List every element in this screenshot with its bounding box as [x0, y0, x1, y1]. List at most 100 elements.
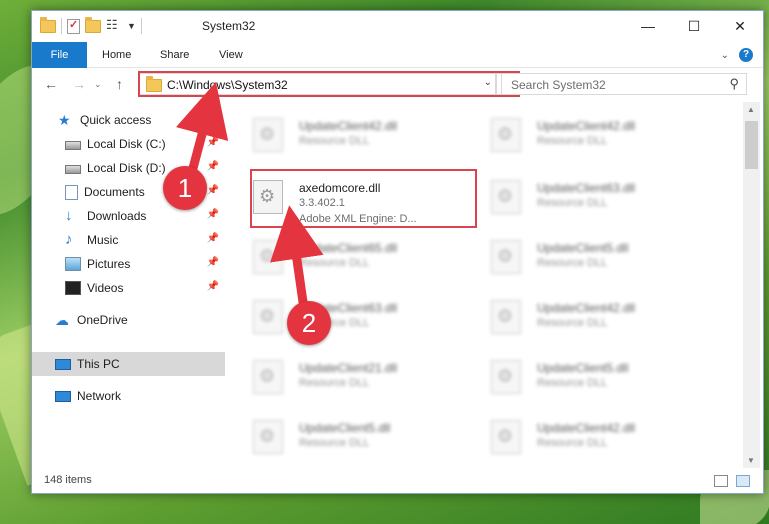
- vertical-scrollbar[interactable]: ▲ ▼: [743, 102, 760, 468]
- file-name: UpdateClient63.dll: [537, 181, 636, 195]
- new-folder-icon[interactable]: [85, 16, 101, 33]
- file-type: Resource DLL: [537, 437, 608, 449]
- pin-icon[interactable]: 📌: [207, 209, 219, 220]
- navigation-bar: ← → ⌄ ↑ C:\Windows\System32 ⌄ ↻ Search S…: [32, 68, 763, 100]
- pin-icon[interactable]: 📌: [207, 137, 219, 148]
- dll-file-icon: [253, 118, 283, 152]
- sidebar-item-label: Downloads: [87, 209, 147, 223]
- item-count: 148 items: [44, 474, 92, 486]
- minimize-button[interactable]: —: [625, 11, 671, 41]
- sidebar-item-label: Pictures: [87, 257, 131, 271]
- file-type: Resource DLL: [537, 135, 608, 147]
- file-type: Resource DLL: [537, 377, 608, 389]
- star-icon: ★: [58, 112, 71, 128]
- sidebar-item-quick-access[interactable]: ★ Quick access: [32, 108, 225, 132]
- file-name: UpdateClient42.dll: [537, 301, 636, 315]
- sidebar-item-label: OneDrive: [77, 313, 128, 327]
- dll-file-icon: [253, 360, 283, 394]
- tiles-view-icon[interactable]: [736, 475, 750, 487]
- list-item[interactable]: UpdateClient42.dll Resource DLL: [237, 108, 467, 166]
- music-icon: ♪: [65, 231, 73, 248]
- list-item[interactable]: UpdateClient42.dll Resource DLL: [475, 290, 705, 348]
- pictures-icon: [65, 257, 81, 271]
- sidebar-item-music[interactable]: ♪ Music 📌: [32, 228, 225, 252]
- customize-icon[interactable]: ☷: [106, 18, 122, 34]
- dll-file-icon: [491, 360, 521, 394]
- file-name: UpdateClient5.dll: [299, 421, 391, 435]
- forward-button[interactable]: →: [72, 76, 86, 92]
- list-item[interactable]: UpdateClient5.dll Resource DLL: [237, 410, 467, 468]
- documents-icon: [65, 184, 78, 200]
- file-type: Resource DLL: [299, 377, 370, 389]
- properties-icon[interactable]: [67, 18, 80, 34]
- up-button[interactable]: ↑: [116, 76, 123, 92]
- list-item[interactable]: UpdateClient42.dll Resource DLL: [475, 108, 705, 166]
- help-icon[interactable]: ?: [739, 48, 753, 62]
- dll-file-icon: [491, 118, 521, 152]
- videos-icon: [65, 281, 81, 295]
- details-view-icon[interactable]: [714, 475, 728, 487]
- search-icon[interactable]: ⚲: [729, 76, 739, 92]
- tab-file[interactable]: File: [32, 42, 87, 68]
- disk-icon: [65, 165, 81, 174]
- list-item[interactable]: UpdateClient5.dll Resource DLL: [475, 230, 705, 288]
- list-item[interactable]: UpdateClient21.dll Resource DLL: [237, 350, 467, 408]
- tab-home[interactable]: Home: [102, 42, 131, 68]
- explorer-window: ☷ ▼ System32 — ☐ ✕ File Home Share View …: [31, 10, 764, 494]
- list-item[interactable]: UpdateClient63.dll Resource DLL: [475, 170, 705, 228]
- navigation-pane: ★ Quick access Local Disk (C:) 📌 Local D…: [32, 108, 225, 468]
- pin-icon[interactable]: 📌: [207, 185, 219, 196]
- file-name: UpdateClient5.dll: [537, 241, 629, 255]
- pin-icon[interactable]: 📌: [207, 161, 219, 172]
- file-highlight: [250, 169, 477, 228]
- maximize-button[interactable]: ☐: [671, 11, 717, 41]
- step-1-badge: 1: [163, 166, 207, 210]
- qat-dropdown-icon[interactable]: ▼: [127, 21, 136, 31]
- list-item[interactable]: UpdateClient5.dll Resource DLL: [475, 350, 705, 408]
- search-input[interactable]: Search System32 ⚲: [501, 73, 747, 95]
- file-name: UpdateClient42.dll: [537, 421, 636, 435]
- onedrive-icon: ☁: [55, 312, 69, 328]
- tab-view[interactable]: View: [219, 42, 243, 68]
- sidebar-item-videos[interactable]: Videos 📌: [32, 276, 225, 300]
- sidebar-item-local-disk-c[interactable]: Local Disk (C:) 📌: [32, 132, 225, 156]
- sidebar-item-label: Music: [87, 233, 119, 247]
- sidebar-item-this-pc[interactable]: This PC: [32, 352, 225, 376]
- scroll-down-icon[interactable]: ▼: [747, 456, 755, 465]
- quick-access-toolbar: ☷ ▼: [40, 16, 142, 34]
- sidebar-item-downloads[interactable]: ↓ Downloads 📌: [32, 204, 225, 228]
- tab-share[interactable]: Share: [160, 42, 189, 68]
- dll-file-icon: [253, 240, 283, 274]
- pin-icon[interactable]: 📌: [207, 281, 219, 292]
- ribbon-controls: ⌄ ?: [721, 48, 753, 62]
- scroll-up-icon[interactable]: ▲: [747, 105, 755, 114]
- sidebar-item-pictures[interactable]: Pictures 📌: [32, 252, 225, 276]
- ribbon-tabs: File Home Share View ⌄ ?: [32, 42, 763, 68]
- file-type: Resource DLL: [299, 257, 370, 269]
- address-highlight: [138, 71, 520, 97]
- file-name: UpdateClient21.dll: [299, 361, 398, 375]
- sidebar-item-label: Videos: [87, 281, 124, 295]
- file-type: Resource DLL: [299, 135, 370, 147]
- back-button[interactable]: ←: [44, 76, 58, 92]
- recent-dropdown-icon[interactable]: ⌄: [94, 79, 102, 90]
- pin-icon[interactable]: 📌: [207, 233, 219, 244]
- sidebar-item-label: Quick access: [80, 113, 152, 127]
- close-button[interactable]: ✕: [717, 11, 763, 41]
- ribbon-collapse-icon[interactable]: ⌄: [721, 50, 729, 61]
- list-item[interactable]: UpdateClient65.dll Resource DLL: [237, 230, 467, 288]
- sidebar-item-onedrive[interactable]: ☁ OneDrive: [32, 308, 225, 332]
- file-type: Resource DLL: [537, 197, 608, 209]
- pin-icon[interactable]: 📌: [207, 257, 219, 268]
- list-item[interactable]: UpdateClient42.dll Resource DLL: [475, 410, 705, 468]
- dll-file-icon: [491, 180, 521, 214]
- list-item[interactable]: UpdateClient63.dll Resource DLL: [237, 290, 467, 348]
- file-type: Resource DLL: [299, 437, 370, 449]
- title-bar: ☷ ▼ System32 — ☐ ✕: [32, 11, 763, 42]
- sidebar-item-network[interactable]: Network: [32, 384, 225, 408]
- status-bar: 148 items: [32, 469, 763, 493]
- sidebar-item-label: This PC: [77, 357, 120, 371]
- dll-file-icon: [491, 420, 521, 454]
- scroll-thumb[interactable]: [745, 121, 758, 169]
- dll-file-icon: [491, 240, 521, 274]
